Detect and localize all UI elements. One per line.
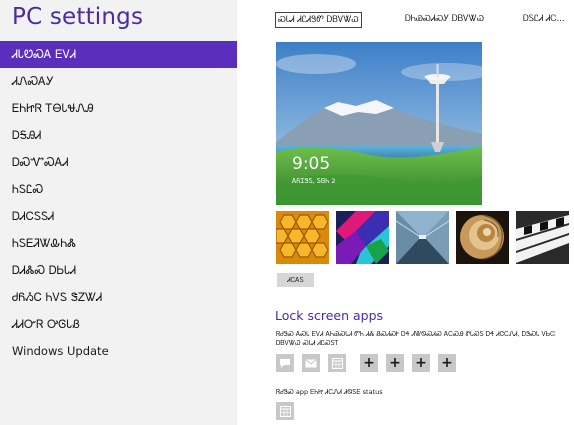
thumbnail-honeycomb[interactable]: [276, 211, 329, 264]
nav-item-share[interactable]: ᎠᏍᏉᏍᎪᏗ: [0, 149, 237, 176]
tab-account-picture[interactable]: ᎠᏚᏝᏗ ᏗᏟ...: [523, 12, 565, 28]
messaging-app-slot[interactable]: [276, 354, 294, 372]
mail-app-slot[interactable]: [302, 354, 320, 372]
browse-button[interactable]: ᏗᏟᎪᏚ: [277, 273, 314, 287]
nav-item-windows-update[interactable]: Windows Update: [0, 338, 237, 365]
add-app-button[interactable]: +: [438, 354, 456, 372]
tab-start-screen[interactable]: ᎠᏂᏯᏍᏗᏍᎩ ᎠᏴᏙᏔᏇ: [405, 12, 484, 28]
thumbnail-piano[interactable]: [516, 211, 569, 264]
nav-item-notifications[interactable]: ᎬᏂᏥᏒ ᎢᎾᏓᏠᏁᎯ: [0, 95, 237, 122]
detailed-status-app-slot[interactable]: [276, 402, 294, 420]
thumbnail-geometric[interactable]: [336, 211, 389, 264]
nav-item-sync[interactable]: ᏧᏲᏱᏟ ᏂᏙᏚ ᏕᏃᏔᏗ: [0, 284, 237, 311]
nav-item-ease-of-access[interactable]: ᎠᏗᏜᏍ ᎠᏏᏓᏗ: [0, 257, 237, 284]
nav-item-general[interactable]: ᏂᏚᏝᏍ: [0, 176, 237, 203]
nav-item-privacy[interactable]: ᎠᏗᏟᏚᏚᏗ: [0, 203, 237, 230]
lock-screen-time: 9:05: [292, 154, 331, 174]
nav-item-users[interactable]: ᏗᏁᏍᎪᎩ: [0, 68, 237, 95]
settings-nav: ᏗᏓᏬᏍᎪ ᎬᏙᏗ ᏗᏁᏍᎪᎩ ᎬᏂᏥᏒ ᎢᎾᏓᏠᏁᎯ ᎠᎦᎯᏗ ᎠᏍᏉᏍᎪᏗ …: [0, 41, 237, 365]
nav-item-personalize[interactable]: ᏗᏓᏬᏍᎪ ᎬᏙᏗ: [0, 41, 237, 68]
nav-item-search[interactable]: ᎠᎦᎯᏗ: [0, 122, 237, 149]
calendar-icon: [279, 405, 291, 417]
mail-icon: [305, 358, 317, 367]
settings-sidebar: PC settings ᏗᏓᏬᏍᎪ ᎬᏙᏗ ᏗᏁᏍᎪᎩ ᎬᏂᏥᏒ ᎢᎾᏓᏠᏁᎯ …: [0, 0, 237, 425]
thumbnail-nautilus[interactable]: [456, 211, 509, 264]
lock-screen-apps-title: Lock screen apps: [275, 308, 384, 323]
nav-item-devices[interactable]: ᏂᏚᎬᏘᏔᎲᏂᏜ: [0, 230, 237, 257]
calendar-icon: [331, 357, 343, 369]
tab-lock-screen[interactable]: ᏍᏓᏗ ᏗᏝᏗᏕᏛ ᎠᏴᏙᏔᏇ: [275, 12, 362, 28]
add-app-button[interactable]: +: [412, 354, 430, 372]
add-app-button[interactable]: +: [360, 354, 378, 372]
detailed-status-label: ᏒᏧᏕᏍ app ᎬᏂᏥ ᏗᏟᏁᏗ ᏗᏫᏚᎬ status: [276, 388, 383, 396]
nav-item-homegroup[interactable]: ᏗᏗᏅᏒ ᎤᎶᏓᏰ: [0, 311, 237, 338]
calendar-app-slot[interactable]: [328, 354, 346, 372]
lock-screen-preview: 9:05 ᎪᏲᏆᏕᏚ, ᏚᎶᏂ 2: [276, 42, 482, 205]
speech-bubble-icon: [280, 358, 290, 368]
app-title: PC settings: [12, 4, 144, 30]
personalize-pane: ᏍᏓᏗ ᏗᏝᏗᏕᏛ ᎠᏴᏙᏔᏇ ᎠᏂᏯᏍᏗᏍᎩ ᎠᏴᏙᏔᏇ ᎠᏚᏝᏗ ᏗᏟ...: [237, 0, 574, 425]
add-app-button[interactable]: +: [386, 354, 404, 372]
thumbnail-corridor[interactable]: [396, 211, 449, 264]
lock-screen-date: ᎪᏲᏆᏕᏚ, ᏚᎶᏂ 2: [292, 177, 336, 185]
lock-screen-apps-description: ᏒᏧᏕᏍ ᎪᏍᏓ ᎬᏙᏗ ᎪᏂᏯᏍᏓᏗ ᏛᏂ ᏗᏜ ᏰᏍᏗᏍᎨ ᎠᏎ ᏗᏔᏫᏍᏗ…: [276, 330, 556, 347]
